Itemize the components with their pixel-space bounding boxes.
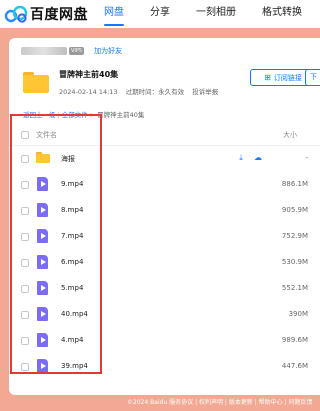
share-title-row: 冒牌神主前40集 2024-02-14 14:13 过期时间：永久有效 投诉举报: [23, 69, 224, 96]
folder-icon: [23, 72, 49, 93]
row-checkbox[interactable]: [21, 181, 29, 189]
file-name[interactable]: 6.mp4: [61, 258, 83, 266]
share-title-block: 冒牌神主前40集 2024-02-14 14:13 过期时间：永久有效 投诉举报: [59, 69, 224, 96]
list-item[interactable]: 7.mp4 752.9M: [9, 224, 320, 250]
column-header-name: 文件名: [36, 131, 57, 139]
row-checkbox[interactable]: [21, 155, 29, 163]
tab-share[interactable]: 分享: [142, 0, 178, 28]
top-nav-bar: 百度网盘 网盘 分享 一刻相册 格式转换: [0, 0, 320, 28]
share-title: 冒牌神主前40集: [59, 70, 119, 79]
list-item[interactable]: 海报 ⤓ ☁ -: [9, 146, 320, 172]
file-size: 390M: [288, 310, 308, 318]
file-size: -: [305, 154, 308, 162]
file-size: 905.9M: [281, 206, 308, 214]
add-friend-link[interactable]: 加为好友: [94, 46, 122, 56]
row-checkbox[interactable]: [21, 337, 29, 345]
row-checkbox[interactable]: [21, 285, 29, 293]
sharer-name-blurred: [21, 47, 67, 55]
row-checkbox[interactable]: [21, 311, 29, 319]
tab-format-convert[interactable]: 格式转换: [254, 0, 310, 28]
file-size: 886.1M: [281, 180, 308, 188]
cloud-logo-icon: [4, 5, 28, 23]
list-item[interactable]: 9.mp4 886.1M: [9, 172, 320, 198]
select-all-checkbox[interactable]: [21, 131, 29, 139]
list-item[interactable]: 5.mp4 552.1M: [9, 276, 320, 302]
breadcrumb-back[interactable]: 返回上一级: [23, 111, 56, 119]
breadcrumb-current: 冒牌神主前40集: [97, 111, 145, 119]
video-file-icon: [37, 307, 48, 321]
list-item[interactable]: 39.mp4 447.6M: [9, 354, 320, 380]
file-size: 989.6M: [281, 336, 308, 344]
row-checkbox[interactable]: [21, 259, 29, 267]
share-expiry: 过期时间：永久有效: [125, 88, 185, 96]
save-to-cloud-icon[interactable]: ☁: [254, 154, 262, 162]
file-name[interactable]: 39.mp4: [61, 362, 88, 370]
tab-album[interactable]: 一刻相册: [188, 0, 244, 28]
list-item[interactable]: 6.mp4 530.9M: [9, 250, 320, 276]
video-file-icon: [37, 359, 48, 373]
folder-icon: [36, 152, 50, 163]
list-item[interactable]: 8.mp4 905.9M: [9, 198, 320, 224]
file-list-header: 文件名 大小: [9, 124, 320, 146]
report-link[interactable]: 投诉举报: [192, 88, 218, 96]
row-checkbox[interactable]: [21, 363, 29, 371]
plus-icon: ⊞: [264, 73, 271, 82]
share-date: 2024-02-14 14:13: [59, 88, 118, 96]
file-size: 752.9M: [281, 232, 308, 240]
breadcrumb-all-files[interactable]: 全部文件: [62, 111, 88, 119]
sharer-info: VIP5 加为好友: [21, 46, 122, 56]
list-item[interactable]: 40.mp4 390M: [9, 302, 320, 328]
file-name[interactable]: 7.mp4: [61, 232, 83, 240]
file-name[interactable]: 海报: [61, 154, 75, 164]
file-name[interactable]: 40.mp4: [61, 310, 88, 318]
breadcrumb: 返回上一级 | 全部文件 > 冒牌神主前40集: [23, 109, 144, 119]
list-item[interactable]: 4.mp4 989.6M: [9, 328, 320, 354]
page-footer: ©2024 Baidu 服务协议 | 权利声明 | 版本更新 | 帮助中心 | …: [127, 399, 313, 406]
file-name[interactable]: 9.mp4: [61, 180, 83, 188]
video-file-icon: [37, 255, 48, 269]
file-size: 552.1M: [281, 284, 308, 292]
row-checkbox[interactable]: [21, 233, 29, 241]
file-name[interactable]: 4.mp4: [61, 336, 83, 344]
main-nav: 网盘 分享 一刻相册 格式转换: [96, 0, 320, 28]
file-name[interactable]: 8.mp4: [61, 206, 83, 214]
vip-badge: VIP5: [69, 47, 85, 55]
breadcrumb-separator: >: [89, 111, 96, 119]
row-checkbox[interactable]: [21, 207, 29, 215]
video-file-icon: [37, 177, 48, 191]
column-header-size: 大小: [283, 131, 297, 139]
file-size: 530.9M: [281, 258, 308, 266]
baidu-netdisk-logo[interactable]: 百度网盘: [4, 4, 96, 24]
video-file-icon: [37, 333, 48, 347]
subscribe-link-label: 订阅链接: [273, 73, 302, 82]
video-file-icon: [37, 203, 48, 217]
tab-netdisk[interactable]: 网盘: [96, 0, 132, 28]
logo-text: 百度网盘: [30, 7, 88, 23]
download-icon[interactable]: ⤓: [237, 154, 245, 162]
file-size: 447.6M: [281, 362, 308, 370]
video-file-icon: [37, 281, 48, 295]
share-card: VIP5 加为好友 冒牌神主前40集 2024-02-14 14:13 过期时间…: [9, 38, 320, 395]
video-file-icon: [37, 229, 48, 243]
share-meta: 2024-02-14 14:13 过期时间：永久有效 投诉举报: [59, 86, 224, 96]
download-label: 下: [310, 73, 317, 81]
download-button[interactable]: 下: [305, 69, 320, 86]
file-name[interactable]: 5.mp4: [61, 284, 83, 292]
breadcrumb-separator: |: [57, 111, 60, 119]
